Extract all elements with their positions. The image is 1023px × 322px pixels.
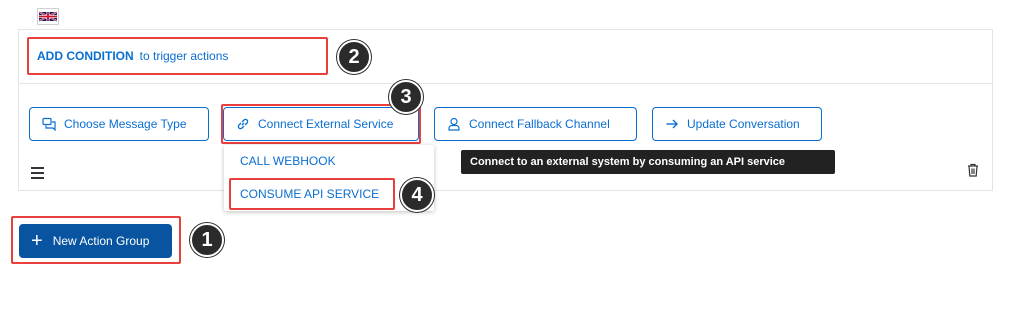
tooltip-text: Connect to an external system by consumi… <box>470 156 786 168</box>
highlight-new-action-group <box>11 216 181 264</box>
update-conversation-label: Update Conversation <box>687 117 800 131</box>
panel-divider <box>18 83 993 84</box>
trash-icon[interactable] <box>967 163 979 182</box>
hamburger-icon[interactable] <box>31 167 44 182</box>
choose-message-type-button[interactable]: Choose Message Type <box>29 107 209 141</box>
connect-fallback-channel-button[interactable]: Connect Fallback Channel <box>434 107 637 141</box>
choose-message-type-label: Choose Message Type <box>64 117 187 131</box>
tooltip: Connect to an external system by consumi… <box>461 150 835 174</box>
person-icon <box>447 117 461 131</box>
step-badge-1: 1 <box>190 223 224 257</box>
highlight-consume-api-service <box>229 178 395 210</box>
highlight-add-condition <box>27 37 328 75</box>
uk-flag-icon[interactable] <box>37 8 59 25</box>
arrow-right-icon <box>665 117 679 131</box>
step-badge-4: 4 <box>400 178 434 212</box>
update-conversation-button[interactable]: Update Conversation <box>652 107 822 141</box>
highlight-connect-external-service <box>221 104 421 144</box>
connect-fallback-channel-label: Connect Fallback Channel <box>469 117 610 131</box>
step-badge-2: 2 <box>337 40 371 74</box>
dropdown-item-call-webhook[interactable]: CALL WEBHOOK <box>240 154 336 168</box>
step-badge-3: 3 <box>389 80 423 114</box>
message-icon <box>42 117 56 131</box>
